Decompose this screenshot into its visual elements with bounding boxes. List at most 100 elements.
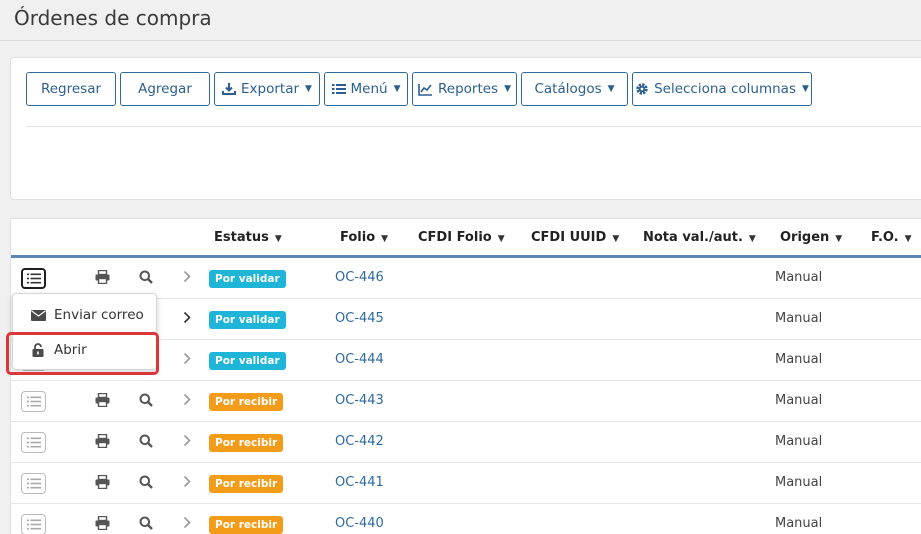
- toolbar-card: Regresar Agregar Exportar ▼ Menú ▼ Repor…: [10, 57, 921, 200]
- table-header: Estatus ▼ Folio ▼ CFDI Folio ▼ CFDI UUID ▼ N…: [11, 219, 921, 258]
- table-row[interactable]: Por recibir OC-443 Manual: [11, 381, 921, 422]
- header-estatus[interactable]: Estatus ▼: [214, 230, 282, 245]
- select-columns-button[interactable]: Selecciona columnas ▼: [632, 72, 812, 106]
- highlight-box: [6, 332, 159, 375]
- status-badge: Por validar: [209, 311, 286, 329]
- catalogs-button[interactable]: Catálogos ▼: [521, 72, 628, 106]
- status-badge: Por validar: [209, 352, 286, 370]
- search-icon[interactable]: [139, 434, 153, 448]
- chevron-right-icon[interactable]: [183, 311, 191, 324]
- header-folio-label: Folio: [340, 230, 376, 245]
- row-menu-button[interactable]: [21, 268, 46, 289]
- sort-caret-icon: ▼: [274, 234, 282, 244]
- header-cfdi-folio[interactable]: CFDI Folio ▼: [418, 230, 505, 245]
- origen-cell: Manual: [775, 270, 823, 285]
- header-cfdi-uuid[interactable]: CFDI UUID ▼: [531, 230, 619, 245]
- origen-cell: Manual: [775, 311, 823, 326]
- origen-cell: Manual: [775, 434, 823, 449]
- sort-caret-icon: ▼: [748, 234, 756, 244]
- search-icon[interactable]: [139, 475, 153, 489]
- row-menu-button[interactable]: [21, 514, 46, 534]
- folio-link[interactable]: OC-441: [335, 475, 384, 490]
- list-icon: [331, 83, 346, 95]
- chevron-down-icon: ▼: [393, 84, 401, 94]
- row-menu-button[interactable]: [21, 391, 46, 412]
- header-cfdi-uuid-label: CFDI UUID: [531, 230, 607, 245]
- header-fo[interactable]: F.O. ▼: [871, 230, 912, 245]
- header-nota-label: Nota val./aut.: [643, 230, 743, 245]
- table-row[interactable]: Por recibir OC-441 Manual: [11, 463, 921, 504]
- list-icon: [26, 396, 41, 407]
- orders-table: Estatus ▼ Folio ▼ CFDI Folio ▼ CFDI UUID ▼ N…: [10, 218, 921, 534]
- back-button[interactable]: Regresar: [26, 72, 116, 106]
- add-button[interactable]: Agregar: [120, 72, 210, 106]
- chevron-down-icon: ▼: [504, 84, 511, 94]
- origen-cell: Manual: [775, 475, 823, 490]
- page-title: Órdenes de compra: [14, 6, 212, 30]
- print-icon[interactable]: [95, 516, 110, 530]
- search-icon[interactable]: [139, 270, 153, 284]
- folio-link[interactable]: OC-443: [335, 393, 384, 408]
- export-button[interactable]: Exportar ▼: [214, 72, 320, 106]
- title-divider: [0, 40, 921, 41]
- toolbar-divider: [26, 126, 921, 127]
- table-row[interactable]: Por recibir OC-442 Manual: [11, 422, 921, 463]
- folio-link[interactable]: OC-446: [335, 270, 384, 285]
- search-icon[interactable]: [139, 516, 153, 530]
- folio-link[interactable]: OC-444: [335, 352, 384, 367]
- status-badge: Por recibir: [209, 475, 284, 493]
- folio-link[interactable]: OC-440: [335, 516, 384, 531]
- chevron-right-icon[interactable]: [183, 434, 191, 447]
- header-cfdi-folio-label: CFDI Folio: [418, 230, 492, 245]
- origen-cell: Manual: [775, 352, 823, 367]
- sort-caret-icon: ▼: [904, 234, 912, 244]
- header-folio[interactable]: Folio ▼: [340, 230, 388, 245]
- print-icon[interactable]: [95, 475, 110, 489]
- print-icon[interactable]: [95, 393, 110, 407]
- print-icon[interactable]: [95, 270, 110, 284]
- row-menu-button[interactable]: [21, 432, 46, 453]
- menu-button[interactable]: Menú ▼: [324, 72, 408, 106]
- chevron-down-icon: ▼: [802, 84, 809, 94]
- reports-button[interactable]: Reportes ▼: [412, 72, 517, 106]
- menu-button-label: Menú: [350, 81, 388, 97]
- chevron-right-icon[interactable]: [183, 475, 191, 488]
- header-nota[interactable]: Nota val./aut. ▼: [643, 230, 756, 245]
- sort-caret-icon: ▼: [381, 234, 389, 244]
- sort-caret-icon: ▼: [612, 234, 620, 244]
- back-button-label: Regresar: [40, 81, 102, 97]
- select-columns-button-label: Selecciona columnas: [654, 81, 796, 97]
- export-button-label: Exportar: [241, 81, 300, 97]
- header-fo-label: F.O.: [871, 230, 899, 245]
- add-button-label: Agregar: [138, 81, 192, 97]
- search-icon[interactable]: [139, 393, 153, 407]
- reports-button-label: Reportes: [437, 81, 499, 97]
- origen-cell: Manual: [775, 393, 823, 408]
- chevron-right-icon[interactable]: [183, 352, 191, 365]
- folio-link[interactable]: OC-445: [335, 311, 384, 326]
- chevron-right-icon[interactable]: [183, 393, 191, 406]
- envelope-icon: [30, 309, 46, 321]
- row-menu-button[interactable]: [21, 473, 46, 494]
- chevron-right-icon[interactable]: [183, 516, 191, 529]
- print-icon[interactable]: [95, 434, 110, 448]
- catalogs-button-label: Catálogos: [534, 81, 602, 97]
- header-origen[interactable]: Origen ▼: [780, 230, 842, 245]
- folio-link[interactable]: OC-442: [335, 434, 384, 449]
- line-chart-icon: [418, 83, 433, 96]
- send-email-label: Enviar correo: [54, 307, 144, 323]
- status-badge: Por recibir: [209, 434, 284, 452]
- chevron-down-icon: ▼: [607, 84, 615, 94]
- chevron-down-icon: ▼: [305, 84, 312, 94]
- download-icon: [222, 82, 237, 96]
- send-email-menu-item[interactable]: Enviar correo: [13, 298, 156, 332]
- origen-cell: Manual: [775, 516, 823, 531]
- header-origen-label: Origen: [780, 230, 830, 245]
- list-icon: [26, 273, 41, 284]
- list-icon: [26, 478, 41, 489]
- header-estatus-label: Estatus: [214, 230, 269, 245]
- table-row[interactable]: Por recibir OC-440 Manual: [11, 504, 921, 534]
- sort-caret-icon: ▼: [835, 234, 843, 244]
- status-badge: Por recibir: [209, 393, 284, 411]
- chevron-right-icon[interactable]: [183, 270, 191, 283]
